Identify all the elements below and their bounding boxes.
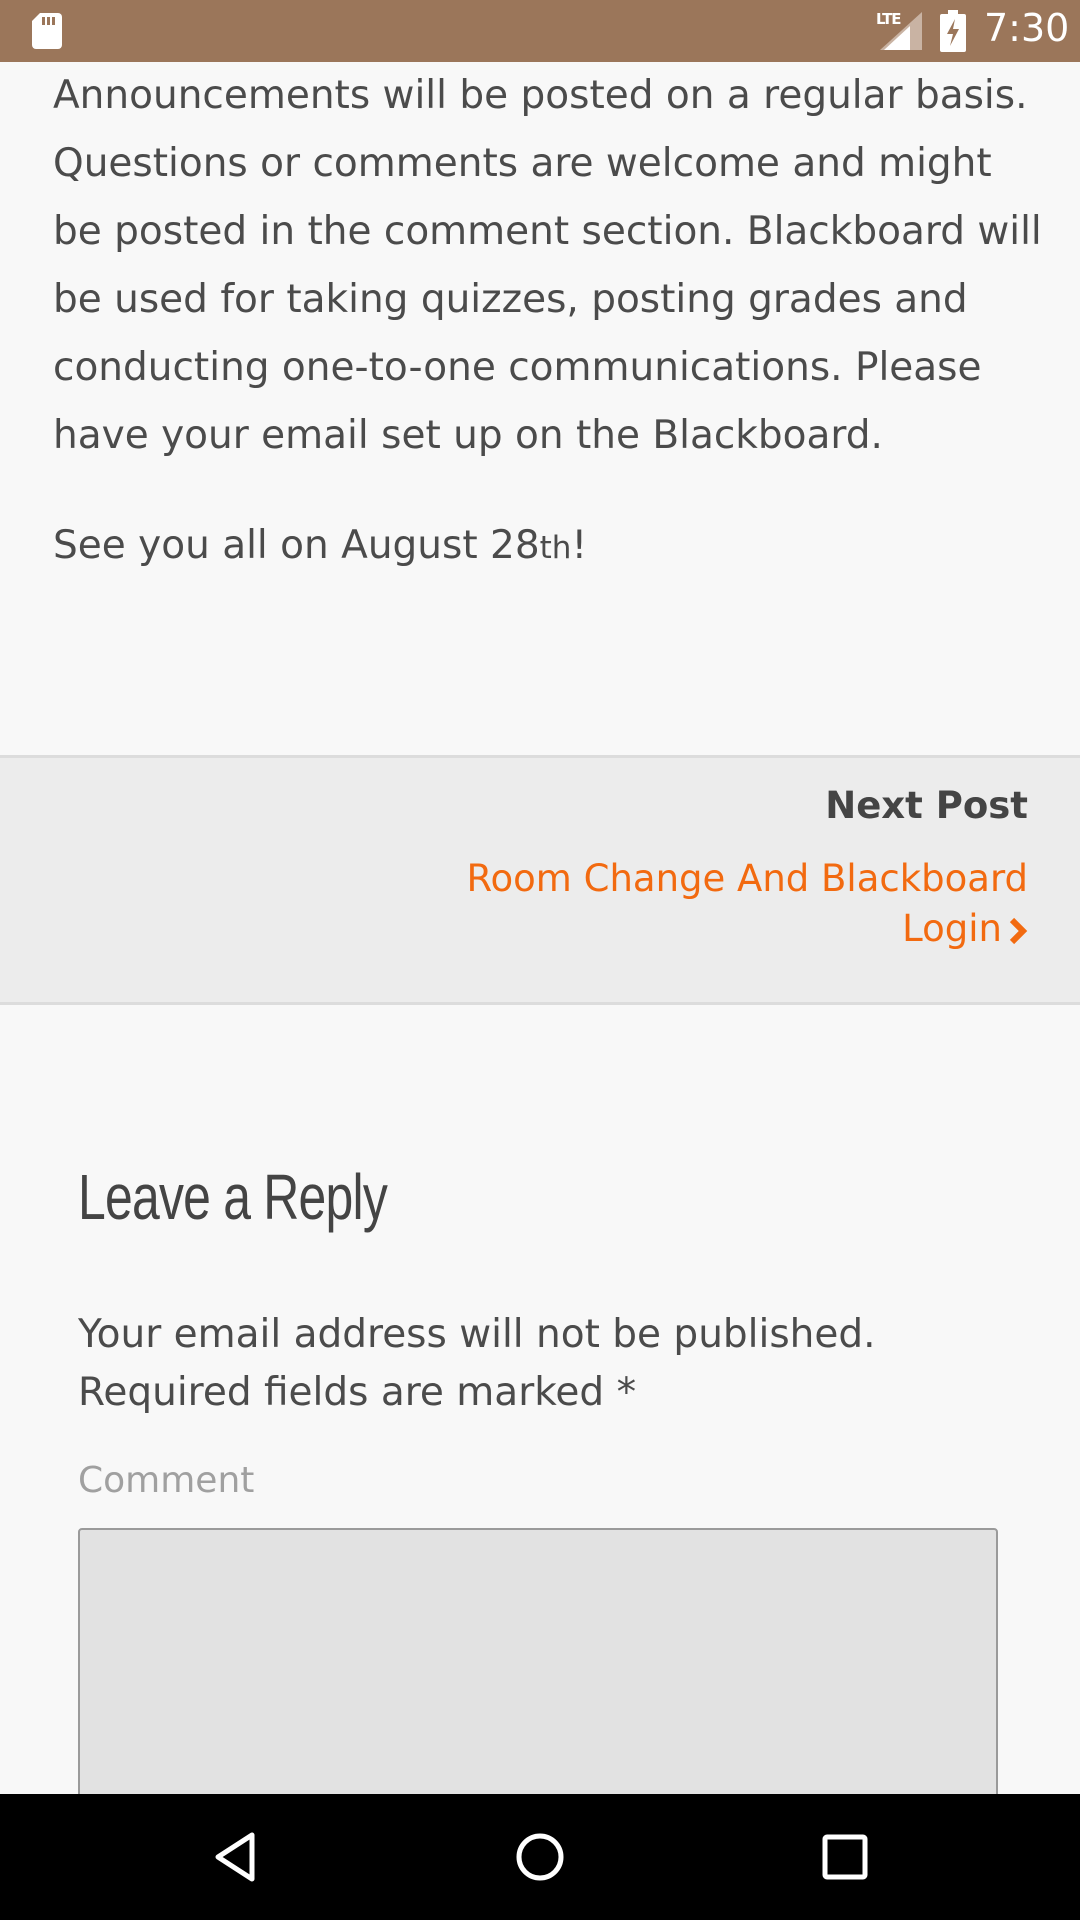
system-navigation-bar bbox=[0, 1794, 1080, 1920]
closing-punctuation: ! bbox=[571, 523, 588, 568]
article-paragraph: Announcements will be posted on a regula… bbox=[53, 73, 1042, 458]
article-body: Announcements will be posted on a regula… bbox=[53, 62, 1043, 470]
post-navigation: Next Post Room Change And Blackboard Log… bbox=[0, 755, 1080, 1005]
back-icon[interactable] bbox=[206, 1827, 266, 1887]
comment-textarea[interactable] bbox=[78, 1528, 998, 1794]
next-post-link[interactable]: Room Change And Blackboard Login bbox=[428, 854, 1028, 954]
sd-card-icon bbox=[32, 13, 62, 49]
home-icon[interactable] bbox=[510, 1827, 570, 1887]
comment-notes: Your email address will not be published… bbox=[78, 1312, 876, 1415]
recents-icon[interactable] bbox=[815, 1827, 875, 1887]
comment-label: Comment bbox=[78, 1460, 255, 1501]
next-post-title[interactable]: Room Change And Blackboard Login bbox=[466, 857, 1028, 950]
clock: 7:30 bbox=[984, 6, 1070, 50]
closing-ordinal: th bbox=[539, 530, 572, 566]
chevron-right-icon bbox=[1009, 917, 1028, 944]
next-post-heading: Next Post bbox=[825, 784, 1028, 827]
signal-icon bbox=[880, 12, 922, 50]
closing-text: See you all on August 28 bbox=[53, 523, 540, 568]
status-bar: LTE 7:30 bbox=[0, 0, 1080, 62]
page-content: Announcements will be posted on a regula… bbox=[0, 62, 1080, 1794]
article-closing: See you all on August 28th! bbox=[53, 512, 587, 582]
battery-charging-icon bbox=[940, 10, 966, 52]
reply-heading: Leave a Reply bbox=[78, 1161, 388, 1233]
